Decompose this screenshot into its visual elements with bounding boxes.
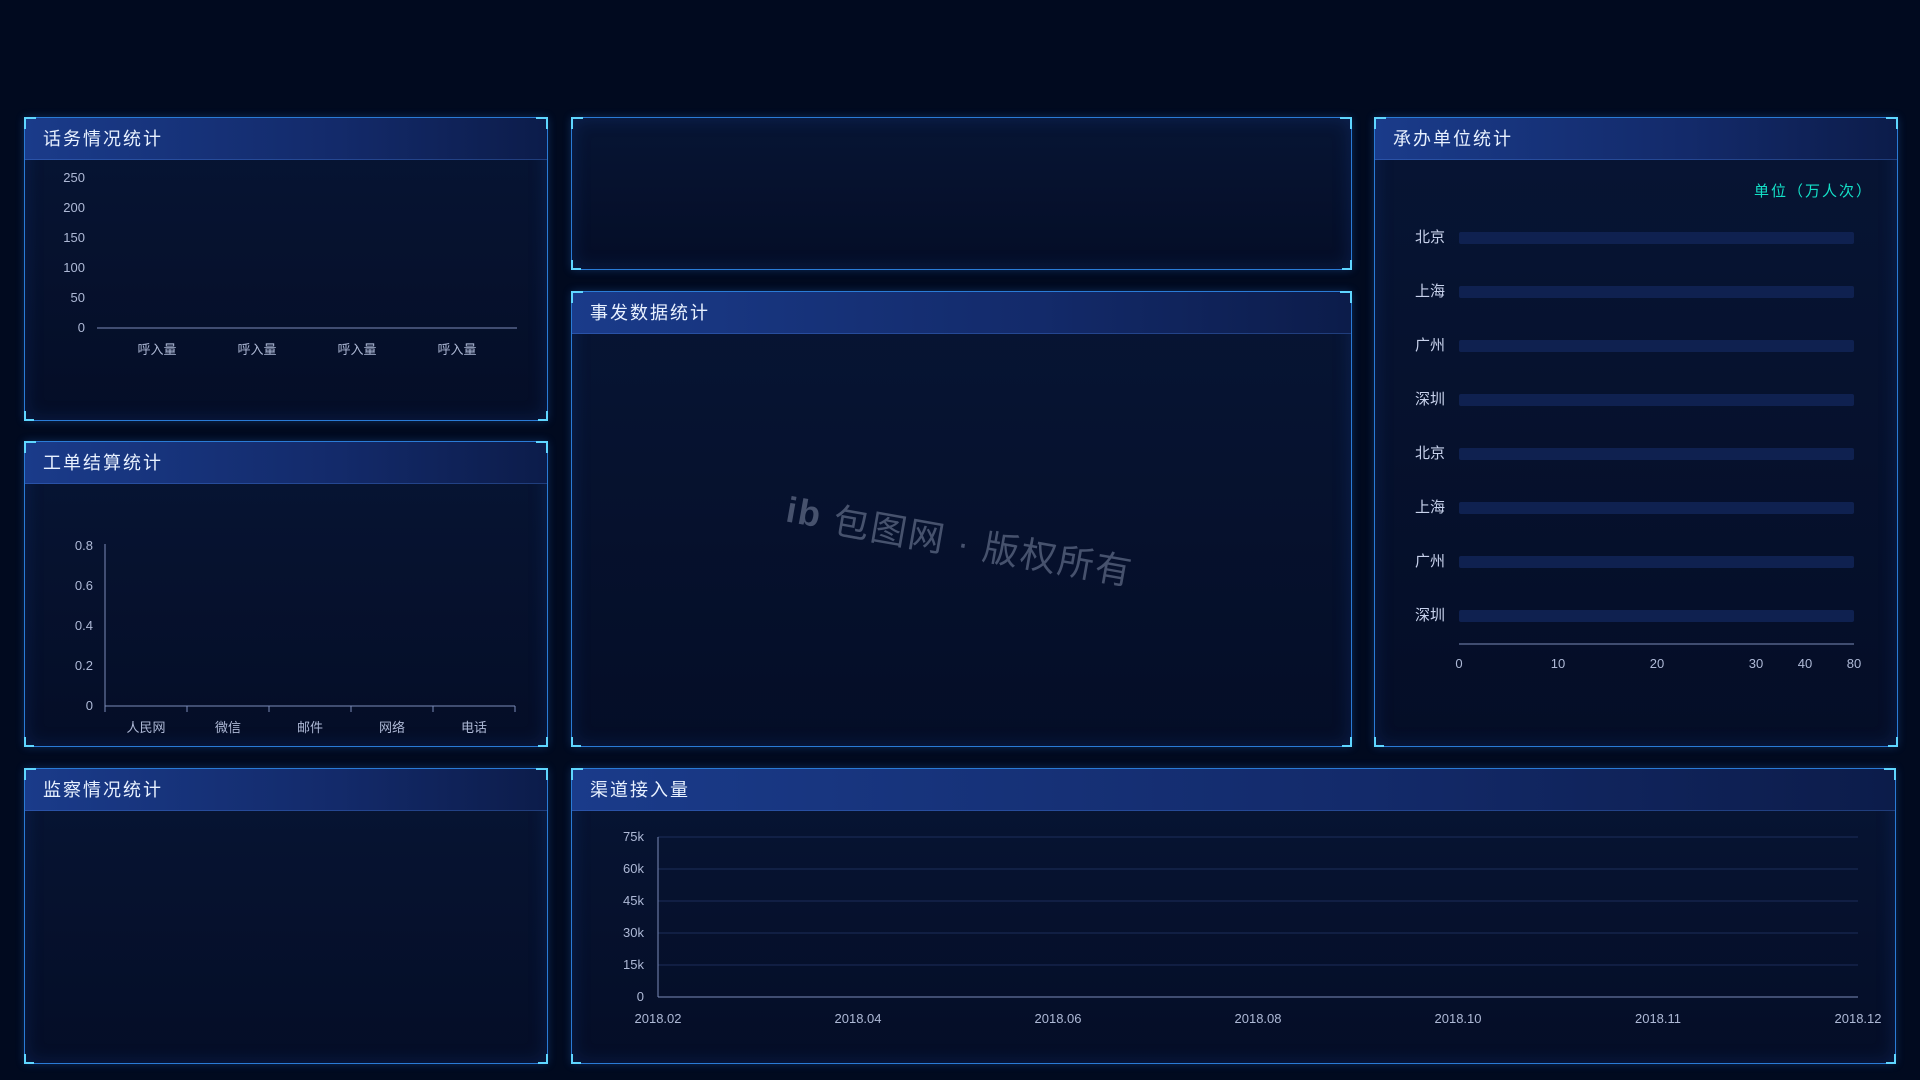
svg-text:深圳: 深圳 [1415,607,1445,624]
panel-incident-stats: 事发数据统计 [571,291,1352,747]
y-axis: 0.8 0.6 0.4 0.2 0 [75,538,515,713]
svg-text:60k: 60k [623,861,644,876]
svg-text:2018.10: 2018.10 [1435,1011,1482,1026]
svg-text:2018.02: 2018.02 [635,1011,682,1026]
svg-text:150: 150 [63,230,85,245]
chart-channel: 75k 60k 45k 30k 15k 0 2018.02 [572,811,1897,1065]
panel-title-channel: 渠道接入量 [572,769,1895,811]
panel-title-incident: 事发数据统计 [572,292,1351,334]
svg-text:微信: 微信 [215,720,241,735]
panel-monitor-stats: 监察情况统计 [24,768,548,1064]
svg-text:呼入量: 呼入量 [337,342,376,357]
panel-title-agency: 承办单位统计 [1375,118,1897,160]
svg-text:20: 20 [1650,656,1664,671]
svg-text:上海: 上海 [1415,499,1445,516]
y-axis: 250 200 150 100 50 0 [63,170,517,335]
hbar-rows: 北京 上海 广州 深圳 北京 上海 广州 深圳 [1415,229,1854,624]
svg-text:0.8: 0.8 [75,538,93,553]
svg-text:100: 100 [63,260,85,275]
panel-agency-stats: 承办单位统计 单位（万人次） 北京 上海 广州 深圳 北京 上海 广州 深圳 [1374,117,1898,747]
panel-channel: 渠道接入量 75k 60k 45k 30k 15k 0 [571,768,1896,1064]
svg-text:上海: 上海 [1415,283,1445,300]
svg-text:200: 200 [63,200,85,215]
svg-text:呼入量: 呼入量 [437,342,476,357]
svg-text:0.4: 0.4 [75,618,93,633]
chart-agency: 北京 上海 广州 深圳 北京 上海 广州 深圳 0 10 20 30 40 [1399,214,1875,734]
svg-text:北京: 北京 [1415,445,1445,462]
svg-text:30: 30 [1749,656,1763,671]
y-axis: 75k 60k 45k 30k 15k 0 [623,829,1858,1004]
chart-ticket-stats: 0.8 0.6 0.4 0.2 0 人民网 微 [25,484,549,748]
svg-text:广州: 广州 [1415,337,1445,354]
svg-text:50: 50 [71,290,85,305]
svg-text:0: 0 [78,320,85,335]
svg-text:2018.12: 2018.12 [1835,1011,1882,1026]
svg-text:10: 10 [1551,656,1565,671]
svg-text:0: 0 [1455,656,1462,671]
svg-text:0: 0 [86,698,93,713]
svg-text:广州: 广州 [1415,553,1445,570]
svg-text:深圳: 深圳 [1415,391,1445,408]
svg-text:2018.08: 2018.08 [1235,1011,1282,1026]
svg-text:45k: 45k [623,893,644,908]
svg-text:30k: 30k [623,925,644,940]
x-axis: 呼入量 呼入量 呼入量 呼入量 [137,342,476,357]
unit-label: 单位（万人次） [1754,183,1873,200]
svg-text:0: 0 [637,989,644,1004]
svg-text:2018.06: 2018.06 [1035,1011,1082,1026]
svg-text:250: 250 [63,170,85,185]
x-axis: 0 10 20 30 40 80 [1455,644,1861,671]
x-axis: 人民网 微信 邮件 网络 电话 [126,720,487,735]
x-axis: 2018.02 2018.04 2018.06 2018.08 2018.10 … [635,1011,1882,1026]
svg-text:80: 80 [1847,656,1861,671]
panel-top-center [571,117,1352,270]
panel-title-monitor: 监察情况统计 [25,769,547,811]
svg-text:电话: 电话 [461,720,487,735]
panel-ticket-stats: 工单结算统计 0.8 0.6 0.4 0.2 0 [24,441,548,747]
panel-title-call-stats: 话务情况统计 [25,118,547,160]
svg-text:0.2: 0.2 [75,658,93,673]
svg-text:15k: 15k [623,957,644,972]
svg-text:75k: 75k [623,829,644,844]
svg-text:2018.11: 2018.11 [1635,1011,1681,1026]
panel-call-stats: 话务情况统计 250 200 150 100 50 0 [24,117,548,421]
panel-title-ticket-stats: 工单结算统计 [25,442,547,484]
svg-text:呼入量: 呼入量 [237,342,276,357]
svg-text:网络: 网络 [379,720,405,735]
svg-text:40: 40 [1798,656,1812,671]
svg-text:人民网: 人民网 [126,720,165,735]
chart-call-stats: 250 200 150 100 50 0 呼入量 呼入量 [25,160,549,422]
svg-text:北京: 北京 [1415,229,1445,246]
svg-text:0.6: 0.6 [75,578,93,593]
svg-text:2018.04: 2018.04 [835,1011,882,1026]
svg-text:邮件: 邮件 [297,720,323,735]
svg-text:呼入量: 呼入量 [137,342,176,357]
